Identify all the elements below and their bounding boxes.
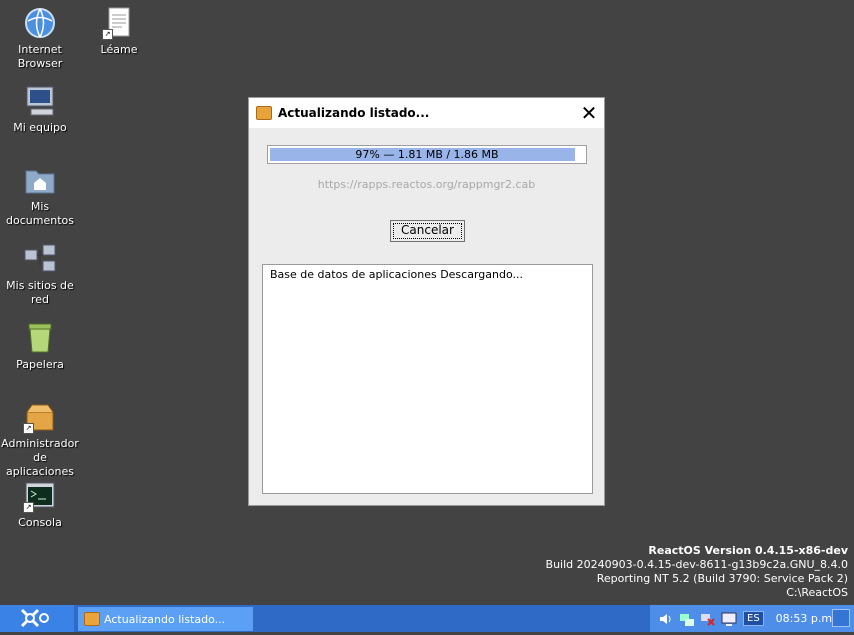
start-button[interactable] — [0, 605, 74, 632]
desktop-icon-label: Papelera — [16, 358, 64, 371]
shortcut-arrow-icon: ↗ — [102, 29, 113, 40]
desktop-icon-mis-sitios-de-red[interactable]: Mis sitios de red — [0, 242, 80, 307]
progress-text: 97% — 1.81 MB / 1.86 MB — [355, 148, 499, 161]
computer-icon — [23, 84, 57, 118]
cancel-button[interactable]: Cancelar — [390, 220, 465, 242]
taskbar: Actualizando listado... ES 08:53 p.m. — [0, 605, 854, 632]
dialog-titlebar[interactable]: Actualizando listado... ✕ — [249, 98, 604, 128]
show-desktop-icon[interactable] — [832, 609, 850, 627]
language-indicator[interactable]: ES — [743, 611, 764, 626]
system-tray: ES 08:53 p.m. — [650, 605, 854, 632]
package-icon: ↗ — [23, 400, 57, 434]
network-tray-icon[interactable] — [679, 611, 695, 627]
download-url: https://rapps.reactos.org/rappmgr2.cab — [317, 178, 536, 191]
build-line: Build 20240903-0.4.15-dev-8611-g13b9c2a.… — [545, 558, 848, 571]
reactos-logo-icon — [20, 608, 49, 628]
globe-icon — [23, 6, 57, 40]
desktop-icon-mi-equipo[interactable]: Mi equipo — [0, 84, 80, 135]
taskbar-item-actualizando[interactable]: Actualizando listado... — [78, 607, 253, 631]
document-icon: ↗ — [102, 6, 136, 40]
desktop-icon-administrador-de-aplicaciones[interactable]: ↗ Administrador de aplicaciones — [0, 400, 80, 479]
network-icon — [23, 242, 57, 276]
display-icon[interactable] — [721, 611, 737, 627]
download-progress-bar: 97% — 1.81 MB / 1.86 MB — [267, 145, 587, 164]
desktop-icon-label: Mis documentos — [6, 200, 74, 227]
network-error-icon[interactable] — [700, 611, 716, 627]
recycle-bin-icon — [23, 321, 57, 355]
version-line: ReactOS Version 0.4.15-x86-dev — [648, 544, 848, 557]
clock[interactable]: 08:53 p.m. — [776, 612, 836, 625]
desktop-icon-papelera[interactable]: Papelera — [0, 321, 80, 372]
folder-home-icon — [23, 163, 57, 197]
package-icon — [84, 612, 100, 626]
update-dialog: Actualizando listado... ✕ 97% — 1.81 MB … — [248, 97, 605, 506]
reporting-line: Reporting NT 5.2 (Build 3790: Service Pa… — [596, 572, 848, 585]
shortcut-arrow-icon: ↗ — [23, 423, 34, 434]
desktop-icon-label: Mi equipo — [13, 121, 67, 134]
close-icon[interactable]: ✕ — [574, 98, 604, 128]
shortcut-arrow-icon: ↗ — [23, 502, 34, 513]
desktop-icon-label: Mis sitios de red — [6, 279, 74, 306]
desktop-icon-label: Administrador de aplicaciones — [1, 437, 79, 478]
version-info: ReactOS Version 0.4.15-x86-dev Build 202… — [546, 544, 848, 600]
desktop-icon-label: Internet Browser — [17, 43, 63, 70]
path-line: C:\ReactOS — [786, 586, 848, 599]
package-icon — [256, 106, 272, 120]
status-log: Base de datos de aplicaciones Descargand… — [262, 264, 593, 494]
terminal-icon: ↗ — [23, 479, 57, 513]
desktop-icon-consola[interactable]: ↗ Consola — [0, 479, 80, 530]
desktop-icon-leame[interactable]: ↗ Léame — [79, 6, 159, 57]
desktop-icon-label: Léame — [100, 43, 138, 56]
volume-icon[interactable] — [658, 611, 674, 627]
taskbar-item-label: Actualizando listado... — [104, 612, 226, 626]
dialog-title: Actualizando listado... — [278, 106, 430, 120]
desktop-icon-mis-documentos[interactable]: Mis documentos — [0, 163, 80, 228]
desktop-icon-label: Consola — [18, 516, 62, 529]
desktop-icon-internet-browser[interactable]: Internet Browser — [0, 6, 80, 71]
